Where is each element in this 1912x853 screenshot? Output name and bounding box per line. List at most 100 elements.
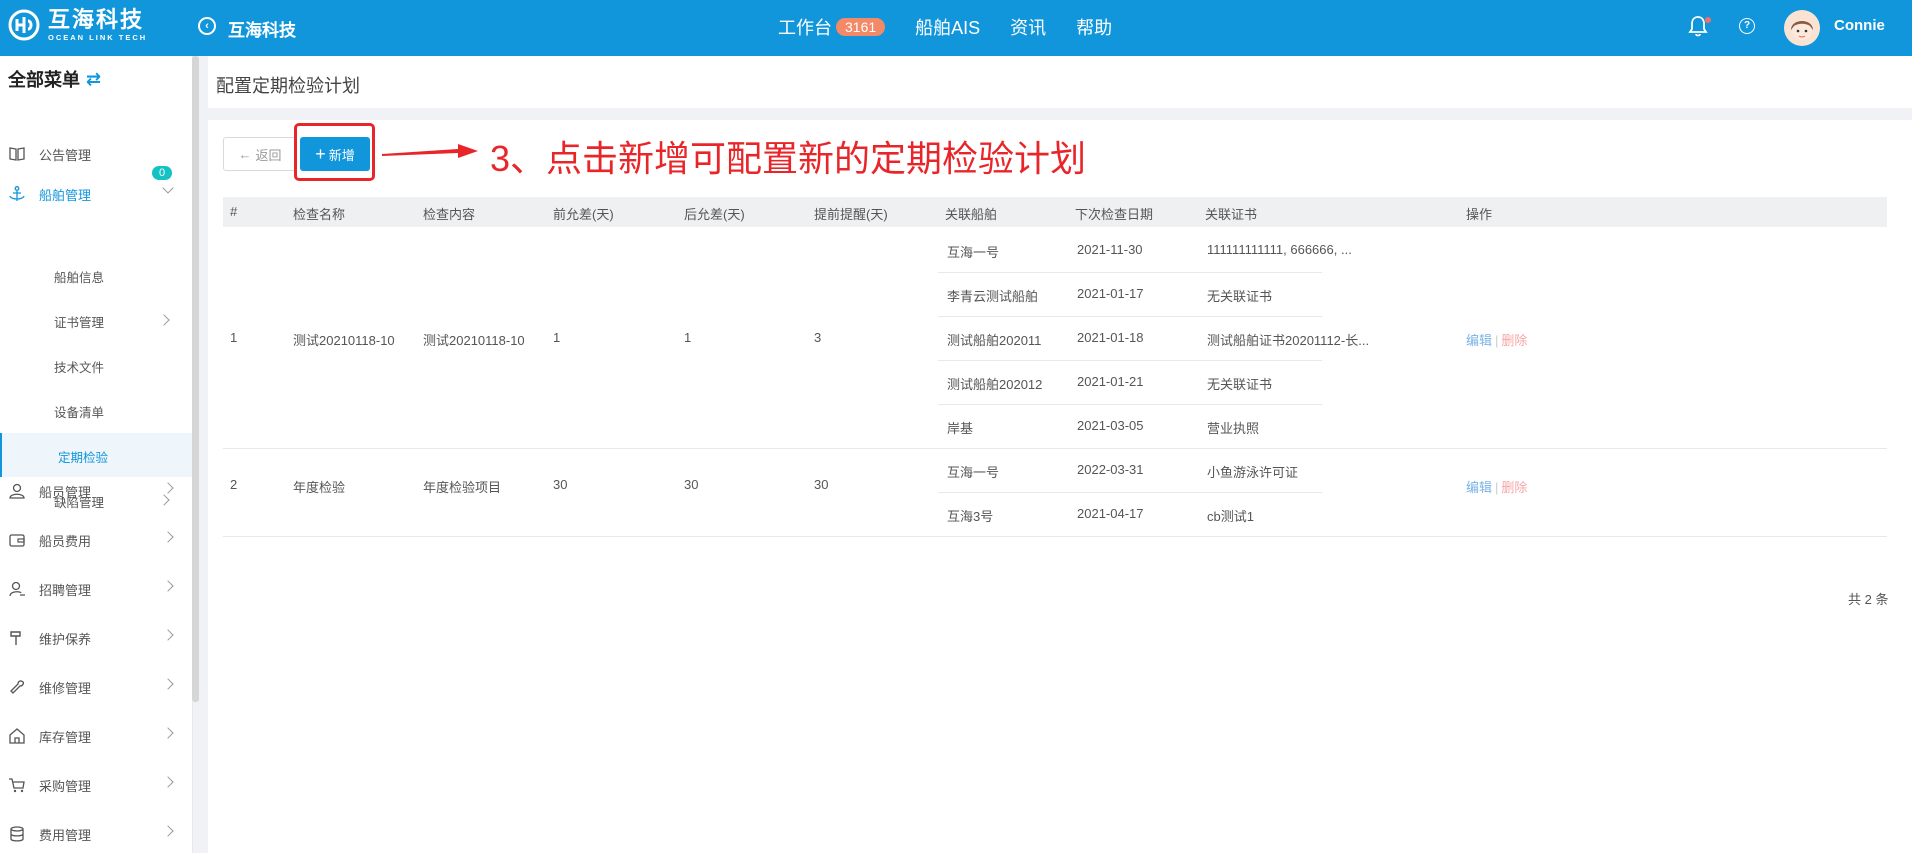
col-date: 下次检查日期 (1075, 207, 1154, 222)
next-date: 2021-03-05 (1077, 418, 1144, 433)
ship-name: 测试船舶202012 (947, 377, 1043, 392)
row-name: 年度检验 (293, 480, 346, 495)
sidebar-item-label: 采购管理 (39, 778, 92, 794)
delete-link[interactable]: 删除 (1501, 480, 1527, 495)
next-date: 2021-11-30 (1077, 242, 1143, 257)
hammer-icon (10, 631, 21, 645)
sidebar-item-crew[interactable]: 船员管理 (0, 469, 192, 513)
sidebar-item-label: 船员管理 (39, 484, 92, 500)
sidebar-item-inventory[interactable]: 库存管理 (0, 714, 192, 758)
sidebar-item-label: 维护保养 (39, 631, 92, 647)
col-before: 前允差(天) (553, 207, 614, 222)
anchor-icon (9, 186, 25, 201)
row-divider (223, 536, 1887, 537)
cert-name: cb测试1 (1207, 509, 1254, 524)
highlight-box (294, 123, 375, 181)
chevron-down-icon (162, 182, 174, 194)
sidebar-scrollbar[interactable] (192, 56, 199, 702)
row-actions: 编辑 | 删除 (1466, 477, 1527, 496)
sidebar-item-label: 船舶管理 (39, 187, 92, 203)
logo-text-en: OCEAN LINK TECH (48, 33, 148, 42)
sub-divider (938, 404, 1322, 405)
top-bar: 互海科技 OCEAN LINK TECH ‹ 互海科技 工作台 3161 船舶A… (0, 0, 1912, 56)
col-cert: 关联证书 (1205, 207, 1258, 222)
ship-name: 互海一号 (947, 465, 1000, 480)
next-date: 2021-01-17 (1077, 286, 1144, 301)
sub-divider (938, 492, 1322, 493)
wrench-icon (10, 680, 25, 694)
ship-name: 互海一号 (947, 245, 1000, 260)
delete-link[interactable]: 删除 (1501, 333, 1527, 348)
col-index: # (230, 204, 238, 219)
wallet-icon (9, 534, 25, 547)
main-panel: ← 返回 + 新增 3、点击新增可配置新的定期检验计划 # 检查名称 检查内容 … (208, 120, 1912, 853)
chevron-right-icon (162, 825, 174, 837)
user-icon (9, 483, 25, 499)
next-date: 2021-01-21 (1077, 374, 1144, 389)
nav-help[interactable]: 帮助 (1076, 14, 1112, 40)
sub-divider (938, 316, 1322, 317)
arrow-left-icon: ← (238, 146, 252, 162)
row-content: 年度检验项目 (423, 480, 502, 495)
chevron-right-icon (162, 678, 174, 690)
sub-divider (938, 272, 1322, 273)
row-content: 测试20210118-10 (423, 333, 525, 348)
ship-name: 李青云测试船舶 (947, 289, 1039, 304)
annotation-arrow-icon (382, 144, 478, 158)
sidebar-item-ship-management[interactable]: 船舶管理 (0, 172, 192, 216)
ship-name: 测试船舶202011 (947, 333, 1042, 348)
sidebar-subitem-ship-info[interactable]: 船舶信息 (0, 253, 192, 297)
nav-workbench[interactable]: 工作台 3161 (778, 14, 886, 40)
back-button[interactable]: ← 返回 (223, 137, 297, 171)
swap-icon[interactable]: ⇄ (86, 69, 101, 90)
chevron-right-icon (158, 314, 170, 326)
sidebar-subitem-certificates[interactable]: 证书管理 (0, 298, 192, 342)
username[interactable]: Connie (1834, 17, 1885, 34)
sidebar-item-expense[interactable]: 费用管理 (0, 812, 192, 853)
col-name: 检查名称 (293, 207, 346, 222)
chevron-right-icon (162, 727, 174, 739)
logo-icon (8, 9, 40, 41)
ship-name: 互海3号 (947, 509, 994, 524)
next-date: 2021-01-18 (1077, 330, 1144, 345)
sidebar-item-label: 费用管理 (39, 827, 92, 843)
sidebar-item-maintenance[interactable]: 维护保养 (0, 616, 192, 660)
sidebar-item-repair[interactable]: 维修管理 (0, 665, 192, 709)
edit-link[interactable]: 编辑 (1466, 480, 1492, 495)
row-before: 1 (553, 330, 561, 345)
sidebar-item-label: 定期检验 (58, 451, 109, 465)
page-title: 配置定期检验计划 (216, 76, 360, 96)
chevron-right-icon (162, 629, 174, 641)
sidebar-item-purchase[interactable]: 采购管理 (0, 763, 192, 807)
chevron-right-icon (162, 580, 174, 592)
avatar[interactable] (1784, 10, 1820, 46)
row-after: 1 (684, 330, 692, 345)
cart-icon (9, 778, 25, 793)
table-header: # 检查名称 检查内容 前允差(天) 后允差(天) 提前提醒(天) 关联船舶 下… (223, 197, 1887, 227)
sidebar-subitem-tech-docs[interactable]: 技术文件 (0, 343, 192, 387)
logo[interactable]: 互海科技 OCEAN LINK TECH (8, 9, 147, 42)
edit-link[interactable]: 编辑 (1466, 333, 1492, 348)
help-icon[interactable]: ? (1739, 18, 1755, 34)
sidebar-item-recruit[interactable]: 招聘管理 (0, 567, 192, 611)
all-menu-label: 全部菜单 (8, 70, 80, 90)
next-date: 2022-03-31 (1077, 462, 1144, 477)
cert-name: 无关联证书 (1207, 289, 1273, 304)
back-arrow-icon[interactable]: ‹ (198, 17, 216, 35)
col-actions: 操作 (1466, 207, 1493, 222)
sidebar-item-label: 设备清单 (54, 406, 105, 420)
recruit-icon (9, 581, 25, 597)
sidebar: 全部菜单 ⇄ 公告管理 0 船舶管理 船舶信息 证书管理 技术文件 设备清单 定… (0, 56, 193, 853)
sidebar-item-label: 证书管理 (54, 316, 105, 330)
row-remind: 30 (814, 477, 829, 492)
nav-news[interactable]: 资讯 (1010, 14, 1046, 40)
chevron-right-icon (162, 531, 174, 543)
sidebar-item-label: 船员费用 (39, 533, 92, 549)
sidebar-item-crew-cost[interactable]: 船员费用 (0, 518, 192, 562)
col-ship: 关联船舶 (945, 207, 998, 222)
chevron-right-icon (162, 482, 174, 494)
sidebar-item-label: 库存管理 (39, 729, 92, 745)
row-divider (223, 448, 1887, 449)
sidebar-subitem-equipment[interactable]: 设备清单 (0, 388, 192, 432)
nav-ship-ais[interactable]: 船舶AIS (915, 14, 980, 40)
